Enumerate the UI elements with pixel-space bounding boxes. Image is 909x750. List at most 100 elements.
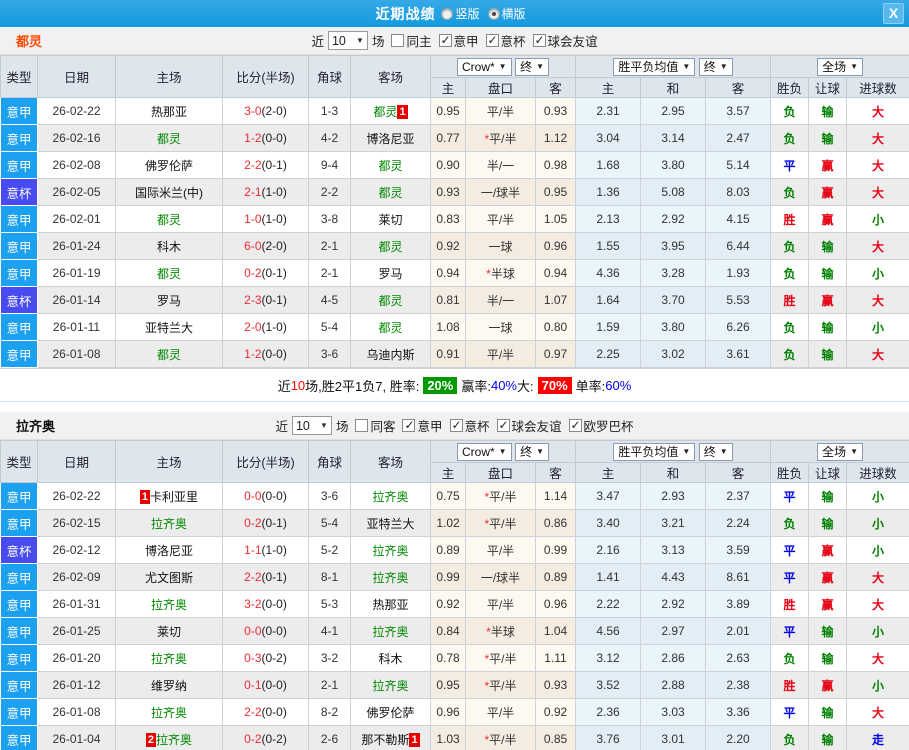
corners-cell: 2-2 — [308, 178, 351, 206]
avg-odds-3: 2.63 — [705, 644, 772, 672]
goals-result: 小 — [846, 205, 909, 233]
team-name-cell: 都灵 — [156, 347, 181, 362]
dropdown-label: Crow* — [462, 59, 495, 74]
avg-odds-3: 3.61 — [705, 340, 772, 368]
filter-checkbox-4[interactable] — [532, 33, 546, 47]
filter-label: 意甲 — [453, 35, 479, 49]
full-score: 6-0 — [244, 239, 262, 253]
layout-radio-horizontal[interactable]: 横版 — [487, 5, 526, 22]
goals-result: 大 — [846, 124, 909, 152]
dropdown-终[interactable]: 终 ▼ — [515, 442, 550, 461]
odds-home: 0.94 — [430, 259, 466, 287]
handicap-result: 输 — [808, 509, 848, 537]
odds-away: 0.97 — [534, 340, 577, 368]
away-team-cell: 那不勒斯 1 — [350, 725, 431, 750]
radio-label: 横版 — [501, 7, 526, 21]
filter-checkbox-5[interactable] — [568, 418, 582, 432]
results-table: 类型 日期 主场 比分(半场) 角球 客场 Crow* ▼ 终 ▼ 胜平负均值 ▼ 终 ▼ 全场 ▼ … — [0, 55, 909, 368]
handicap-text: 半球 — [490, 266, 515, 281]
handicap-text: 平/半 — [489, 516, 517, 531]
filter-checkbox-4[interactable] — [496, 418, 510, 432]
home-team-cell: 1 卡利亚里 — [115, 482, 223, 510]
dropdown-Crow[interactable]: Crow* ▼ — [457, 57, 512, 76]
avg-odds-3: 5.14 — [705, 151, 772, 179]
filter-checkbox-2[interactable] — [402, 418, 416, 432]
handicap-text: 一球 — [488, 239, 513, 254]
section-head: 拉齐奥 近 10 ▼ 场 同客 意甲 意杯 球会友谊 欧罗巴杯 — [0, 412, 909, 440]
goals-result: 大 — [846, 178, 909, 206]
home-team-cell: 都灵 — [115, 340, 223, 368]
sub-header-6: 客 — [705, 77, 772, 98]
dropdown-胜平负均值[interactable]: 胜平负均值 ▼ — [613, 442, 696, 461]
score-cell: 0-0(0-0) — [222, 617, 309, 645]
handicap-text: 半/一 — [486, 293, 515, 308]
dropdown-全场[interactable]: 全场 ▼ — [817, 57, 864, 76]
away-team-cell: 亚特兰大 — [350, 509, 431, 537]
handicap-line: 半/一 — [465, 151, 536, 179]
handicap-result: 赢 — [808, 590, 848, 618]
half-score: (0-1) — [261, 516, 287, 530]
handicap-text: 半/一 — [486, 158, 515, 173]
score-cell: 3-2(0-0) — [222, 590, 309, 618]
avg-odds-2: 2.92 — [640, 205, 707, 233]
odds-away: 0.96 — [534, 232, 577, 260]
dropdown-label: 全场 — [822, 445, 847, 459]
table-row: 意杯 26-02-05 国际米兰(中) 2-1(1-0) 2-2 都灵 0.93 一/球半 0.… — [0, 178, 909, 206]
home-team-cell: 亚特兰大 — [115, 313, 223, 341]
chevron-down-icon: ▼ — [498, 447, 507, 456]
half-score: (0-0) — [261, 489, 287, 503]
dropdown-终[interactable]: 终 ▼ — [515, 57, 550, 76]
home-team-cell: 维罗纳 — [115, 671, 223, 699]
dropdown-Crow[interactable]: Crow* ▼ — [457, 442, 512, 461]
handicap-text: 平/半 — [486, 347, 515, 362]
away-team-cell: 拉齐奥 — [350, 536, 431, 564]
wdl-result: 负 — [770, 313, 810, 341]
sub-header-8: 让球 — [808, 77, 848, 98]
odds-away: 1.11 — [534, 644, 577, 672]
recent-results-panel: 近期战绩 竖版横版 X 都灵近10▼场同主意甲意杯球会友谊类型日期主场比分(半场… — [0, 0, 909, 750]
handicap-text: 平/半 — [486, 543, 515, 558]
radio-label: 竖版 — [455, 7, 480, 21]
close-button[interactable]: X — [883, 3, 904, 24]
home-team-cell: 莱切 — [115, 617, 223, 645]
chevron-down-icon: ▼ — [850, 447, 859, 456]
match-count-select[interactable]: 10 ▼ — [327, 31, 368, 50]
handicap-text: 一/球半 — [480, 185, 521, 200]
half-score: (0-0) — [261, 624, 287, 638]
chevron-down-icon: ▼ — [850, 62, 859, 71]
goals-result: 大 — [846, 698, 909, 726]
filter-checkbox-3[interactable] — [485, 33, 499, 47]
avg-odds-2: 3.80 — [640, 151, 707, 179]
match-date: 26-01-11 — [37, 313, 116, 341]
handicap-line: 一球 — [465, 232, 536, 260]
corners-cell: 3-2 — [308, 644, 351, 672]
handicap-result: 赢 — [808, 178, 848, 206]
filter-label: 意甲 — [417, 420, 443, 434]
table-row: 意甲 26-01-12 维罗纳 0-1(0-0) 2-1 拉齐奥 0.95 *平/半 0.93 3… — [0, 671, 909, 699]
table-row: 意甲 26-02-08 佛罗伦萨 2-2(0-1) 9-4 都灵 0.90 半/一 0.98 1.… — [0, 151, 909, 179]
filter-checkbox-1[interactable] — [355, 419, 369, 432]
col-header-4: 比分(半场) — [222, 440, 309, 483]
near-label: 近 — [275, 420, 288, 434]
filter-bar[interactable]: 近 10 ▼ 场 同客 意甲 意杯 球会友谊 欧罗巴杯 — [275, 416, 634, 435]
corners-cell: 2-1 — [308, 259, 351, 287]
away-team-cell: 拉齐奥 — [350, 671, 431, 699]
filter-checkbox-3[interactable] — [449, 418, 463, 432]
filter-checkbox-2[interactable] — [438, 33, 452, 47]
dropdown-终[interactable]: 终 ▼ — [698, 57, 733, 76]
half-score: (0-1) — [261, 158, 287, 172]
away-team-cell: 佛罗伦萨 — [350, 698, 431, 726]
handicap-result: 输 — [808, 617, 848, 645]
dropdown-胜平负均值[interactable]: 胜平负均值 ▼ — [613, 57, 696, 76]
layout-radio-vertical[interactable]: 竖版 — [441, 5, 480, 22]
score-cell: 2-0(1-0) — [222, 313, 309, 341]
dropdown-终[interactable]: 终 ▼ — [698, 442, 733, 461]
match-count-select[interactable]: 10 ▼ — [291, 416, 332, 435]
dropdown-全场[interactable]: 全场 ▼ — [817, 442, 864, 461]
handicap-line: 一/球半 — [465, 563, 536, 591]
league-badge: 意杯 — [0, 536, 38, 564]
team-name-cell: 拉齐奥 — [150, 597, 187, 612]
odds-home: 0.96 — [430, 698, 466, 726]
filter-checkbox-1[interactable] — [391, 34, 405, 47]
filter-bar[interactable]: 近 10 ▼ 场 同主 意甲 意杯 球会友谊 — [311, 31, 598, 50]
